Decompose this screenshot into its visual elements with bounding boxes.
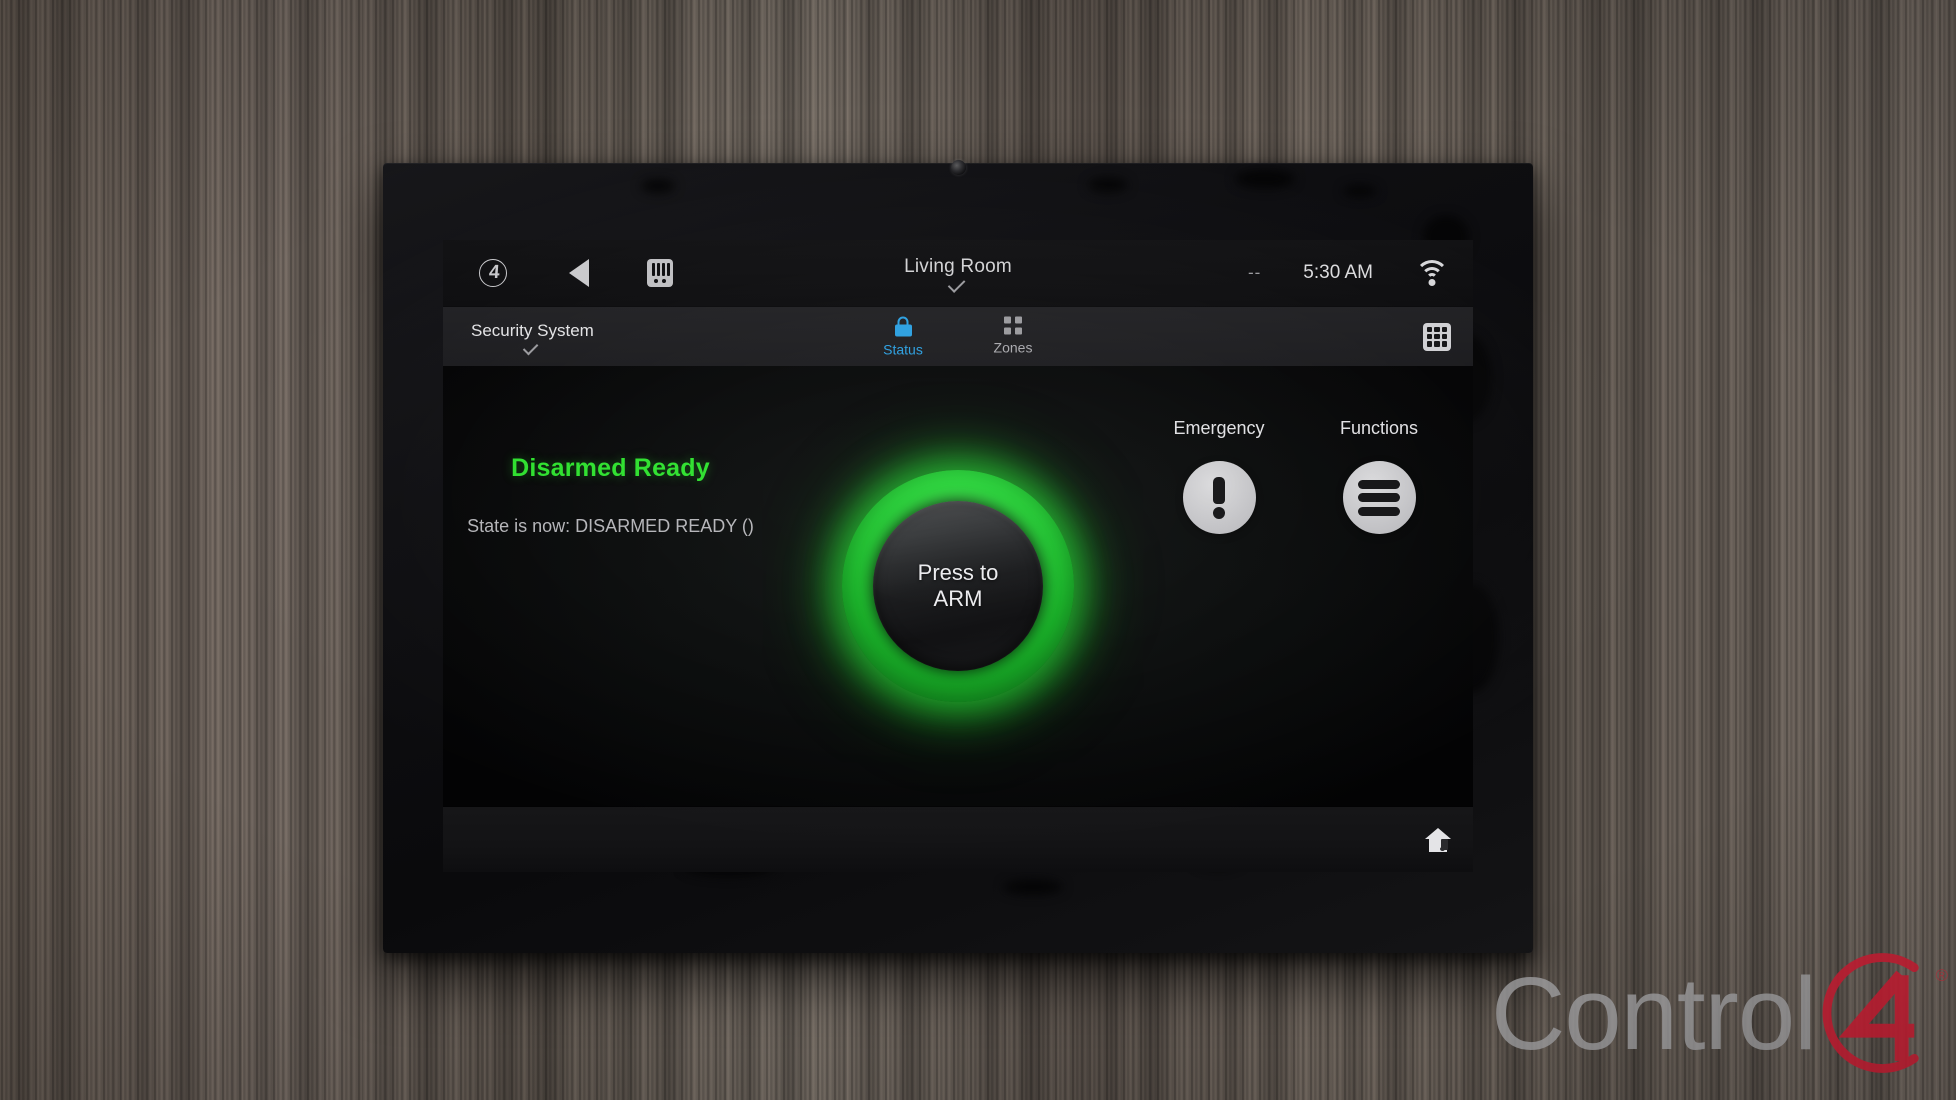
security-status-block: Disarmed Ready State is now: DISARMED RE… bbox=[443, 454, 778, 537]
hamburger-menu-icon bbox=[1358, 479, 1400, 516]
control4-brand-mark: ® bbox=[1816, 950, 1948, 1076]
bezel-smudge bbox=[1343, 185, 1377, 197]
functions-action[interactable]: Functions bbox=[1331, 418, 1427, 534]
back-arrow-icon[interactable] bbox=[569, 259, 589, 287]
lock-icon bbox=[894, 316, 912, 336]
keypad-icon[interactable] bbox=[1423, 322, 1451, 351]
temperature-readout: -- bbox=[1247, 263, 1262, 282]
control4-logo-icon[interactable]: 4 bbox=[479, 259, 507, 287]
bezel-smudge bbox=[1003, 879, 1063, 895]
exclamation-icon bbox=[1213, 476, 1225, 519]
device-screen: 4 Living Room -- 5:30 AM Security System… bbox=[443, 240, 1473, 872]
control4-logo-char: 4 bbox=[487, 261, 501, 283]
intercom-icon[interactable] bbox=[647, 259, 673, 287]
status-headline: Disarmed Ready bbox=[511, 454, 710, 482]
arm-button[interactable]: Press to ARM bbox=[808, 436, 1108, 736]
tab-status-label: Status bbox=[883, 341, 923, 357]
watermark-text: Control bbox=[1490, 955, 1817, 1071]
bottom-bar bbox=[443, 806, 1473, 872]
status-bar: 4 Living Room -- 5:30 AM bbox=[443, 240, 1473, 306]
tab-list: Status Zones bbox=[871, 316, 1045, 357]
chevron-down-icon[interactable] bbox=[523, 339, 539, 355]
main-content: Disarmed Ready State is now: DISARMED RE… bbox=[443, 366, 1473, 806]
arm-button-face[interactable]: Press to ARM bbox=[873, 501, 1043, 671]
grid-icon bbox=[1004, 316, 1022, 334]
scene-background: 4 Living Room -- 5:30 AM Security System… bbox=[0, 0, 1956, 1100]
clock-label: 5:30 AM bbox=[1303, 262, 1373, 283]
arm-button-label: Press to ARM bbox=[918, 560, 999, 612]
bezel-smudge bbox=[1235, 169, 1295, 189]
status-bar-right: -- 5:30 AM bbox=[1248, 260, 1455, 286]
chevron-down-icon[interactable] bbox=[947, 275, 966, 293]
emergency-button[interactable] bbox=[1182, 461, 1256, 534]
system-selector[interactable]: Security System bbox=[471, 320, 594, 355]
bezel-smudge bbox=[641, 179, 675, 193]
proximity-sensor bbox=[951, 160, 966, 175]
action-buttons: Emergency Functions bbox=[1171, 418, 1427, 534]
tab-status[interactable]: Status bbox=[871, 316, 935, 357]
status-detail: State is now: DISARMED READY () bbox=[467, 516, 754, 536]
control4-watermark: Control ® bbox=[1490, 950, 1948, 1076]
functions-label: Functions bbox=[1339, 418, 1419, 438]
tab-zones[interactable]: Zones bbox=[981, 316, 1045, 355]
touchscreen-device: 4 Living Room -- 5:30 AM Security System… bbox=[383, 160, 1533, 953]
emergency-label: Emergency bbox=[1173, 418, 1265, 438]
functions-button[interactable] bbox=[1342, 461, 1416, 534]
arm-button-line1: Press to bbox=[917, 560, 999, 586]
bezel-smudge bbox=[1088, 177, 1128, 193]
tab-bar: Security System Status Zones bbox=[443, 306, 1473, 366]
arm-button-line2: ARM bbox=[933, 586, 983, 611]
tab-zones-label: Zones bbox=[993, 339, 1033, 355]
wifi-icon[interactable] bbox=[1415, 260, 1449, 286]
home-music-icon[interactable] bbox=[1425, 827, 1451, 852]
registered-mark: ® bbox=[1935, 966, 1948, 985]
emergency-action[interactable]: Emergency bbox=[1171, 418, 1267, 534]
system-name-label: Security System bbox=[471, 320, 594, 340]
